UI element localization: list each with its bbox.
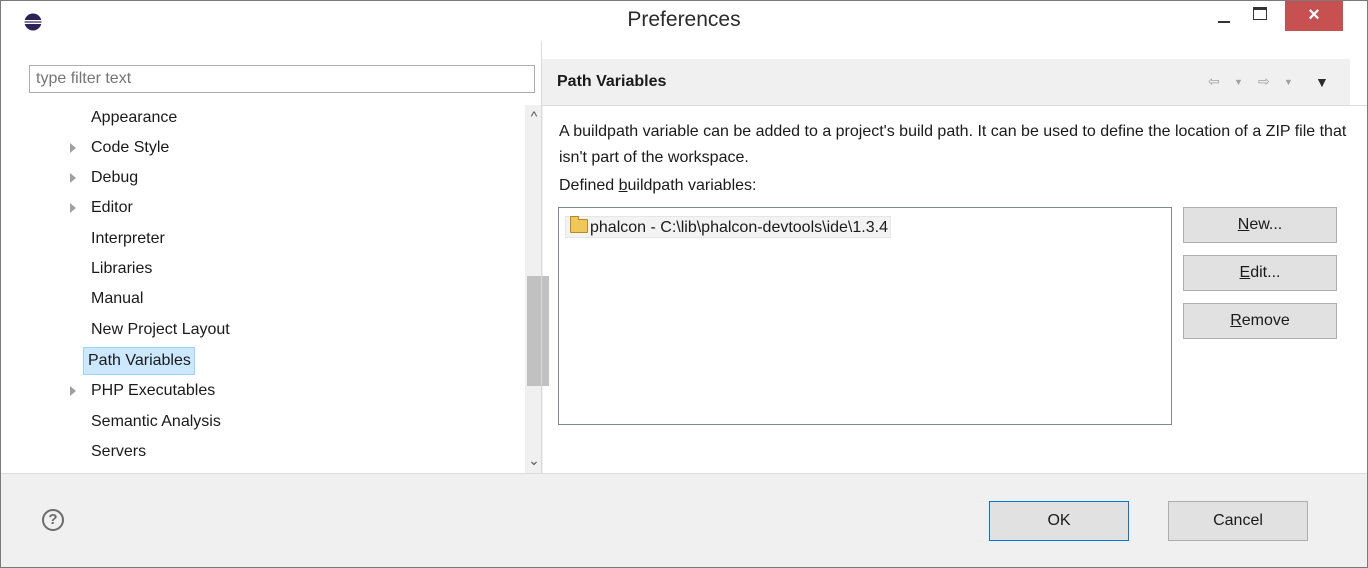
page-description: A buildpath variable can be added to a p… [559,123,1347,166]
cancel-button[interactable]: Cancel [1168,501,1308,541]
defined-variables-label: Defined buildpath variables: [559,177,757,194]
edit-button[interactable]: Edit... [1183,255,1337,291]
back-arrow-icon[interactable]: ⇦ [1208,73,1220,90]
tree-item-label: New Project Layout [91,321,230,338]
filter-input[interactable] [29,65,535,93]
ok-button[interactable]: OK [989,501,1129,541]
tree-item-label: Semantic Analysis [91,413,221,430]
footer-divider [1,473,1367,474]
view-menu-icon[interactable]: ▼ [1315,74,1329,90]
preference-page: Path Variables ⇦ ▼ ⇨ ▼ ▼ A buildpath var… [542,41,1367,473]
tree-item-label: Path Variables [83,347,195,375]
header-divider [542,105,1367,106]
title-bar: Preferences × [1,1,1367,41]
list-item[interactable]: phalcon - C:\lib\phalcon-devtools\ide\1.… [565,216,891,238]
tree-item-label: Code Style [91,139,170,156]
new-button[interactable]: New... [1183,207,1337,243]
page-title: Path Variables [557,73,667,90]
help-icon[interactable]: ? [42,509,64,531]
expand-arrow-icon[interactable] [70,173,76,183]
tree-item-label: PHP Executables [91,382,216,399]
expand-arrow-icon[interactable] [70,386,76,396]
window-title: Preferences [627,8,741,31]
tree-item-label: Editor [91,199,133,216]
dialog-body: Appearance Code Style Debug Editor Inter… [1,41,1367,473]
variables-list[interactable]: phalcon - C:\lib\phalcon-devtools\ide\1.… [558,207,1172,425]
preference-navigation: Appearance Code Style Debug Editor Inter… [19,61,549,473]
back-history-dropdown-icon[interactable]: ▼ [1234,77,1243,87]
forward-arrow-icon[interactable]: ⇨ [1258,73,1270,90]
tree-item-label: Interpreter [91,230,165,247]
preferences-dialog: Preferences × Appearance Code Style Debu… [0,0,1368,568]
tree-item-label: Servers [91,443,147,460]
page-header: Path Variables ⇦ ▼ ⇨ ▼ ▼ [542,59,1350,105]
close-icon: × [1308,4,1320,26]
preference-tree[interactable]: Appearance Code Style Debug Editor Inter… [29,105,549,473]
tree-item-label: Libraries [91,260,153,277]
variable-text: phalcon - C:\lib\phalcon-devtools\ide\1.… [590,219,888,236]
expand-arrow-icon[interactable] [70,143,76,153]
remove-button[interactable]: Remove [1183,303,1337,339]
expand-arrow-icon[interactable] [70,203,76,213]
tree-item-label: Debug [91,169,139,186]
minimize-button[interactable] [1207,1,1241,31]
maximize-button[interactable] [1243,1,1277,31]
tree-item-label: Appearance [91,109,178,126]
close-button[interactable]: × [1285,1,1343,31]
tree-item-label: Manual [91,290,144,307]
folder-open-icon [570,216,588,233]
forward-history-dropdown-icon[interactable]: ▼ [1284,77,1293,87]
